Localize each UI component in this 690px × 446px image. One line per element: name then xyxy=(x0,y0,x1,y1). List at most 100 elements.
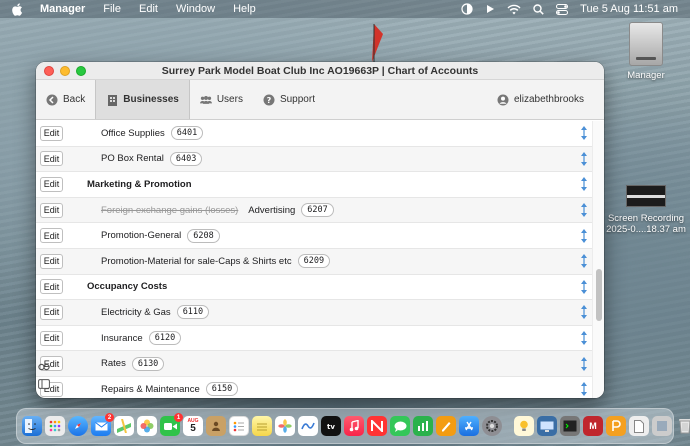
reorder-handle-icon[interactable] xyxy=(577,174,591,194)
account-code: 6110 xyxy=(176,305,210,320)
messages-icon[interactable] xyxy=(390,416,410,436)
contacts-icon[interactable] xyxy=(206,416,226,436)
account-row: Edit Electricity & Gas 6110 xyxy=(36,300,592,326)
user-account-button[interactable]: elizabethbrooks xyxy=(487,80,604,119)
help-icon: ? xyxy=(263,94,275,106)
edit-button[interactable]: Edit xyxy=(40,304,63,320)
mail-icon[interactable]: 2 xyxy=(91,413,114,436)
account-code: 6130 xyxy=(131,356,165,371)
reorder-handle-icon[interactable] xyxy=(577,226,591,246)
desktop-drive-icon[interactable]: Manager xyxy=(620,22,672,81)
edit-button[interactable]: Edit xyxy=(40,253,63,269)
svg-text:?: ? xyxy=(267,96,272,105)
menu-help[interactable]: Help xyxy=(233,3,256,15)
window-titlebar[interactable]: Surrey Park Model Boat Club Inc AO19663P… xyxy=(36,62,604,80)
system-settings-icon[interactable] xyxy=(482,416,502,436)
wifi-icon[interactable] xyxy=(507,4,521,15)
photos-icon[interactable] xyxy=(275,416,295,436)
account-code: 6208 xyxy=(187,228,220,243)
safari-icon[interactable] xyxy=(68,416,88,436)
pages-icon[interactable] xyxy=(436,416,456,436)
facetime-icon[interactable]: 1 xyxy=(160,413,183,436)
manager-app-icon[interactable]: M xyxy=(583,416,603,436)
reorder-handle-icon[interactable] xyxy=(577,149,591,169)
reorder-handle-icon[interactable] xyxy=(577,379,591,398)
edit-button[interactable]: Edit xyxy=(40,176,63,192)
terminal-icon[interactable] xyxy=(560,416,580,436)
edit-button[interactable]: Edit xyxy=(40,202,63,218)
menu-window[interactable]: Window xyxy=(176,3,215,15)
app-icon-orange[interactable] xyxy=(606,416,626,436)
menu-edit[interactable]: Edit xyxy=(139,3,158,15)
numbers-icon[interactable] xyxy=(413,416,433,436)
desktop-screen-recording-file[interactable]: Screen Recording 2025-0....18.37 am xyxy=(604,185,688,235)
window-toolbar: Back Businesses Users ? Support elizabet… xyxy=(36,80,604,120)
window-title: Surrey Park Model Boat Club Inc AO19663P… xyxy=(161,64,479,77)
edit-button[interactable]: Edit xyxy=(40,279,63,295)
back-button[interactable]: Back xyxy=(36,80,95,119)
back-label: Back xyxy=(63,94,86,105)
account-code: 6120 xyxy=(148,331,182,346)
reorder-handle-icon[interactable] xyxy=(577,354,591,374)
scrollbar-thumb[interactable] xyxy=(596,269,602,321)
photos-app-icon[interactable] xyxy=(137,416,157,436)
chart-of-accounts-window: Surrey Park Model Boat Club Inc AO19663P… xyxy=(36,62,604,398)
account-row: Edit Office Supplies 6401 xyxy=(36,121,592,147)
apple-menu-icon[interactable] xyxy=(12,2,26,16)
reminders-icon[interactable] xyxy=(229,416,249,436)
apple-tv-icon[interactable]: tv xyxy=(321,416,341,436)
reorder-handle-icon[interactable] xyxy=(577,123,591,143)
account-code: 6403 xyxy=(169,151,203,166)
account-code: 6401 xyxy=(170,126,204,141)
screen-sharing-icon[interactable] xyxy=(537,416,557,436)
link-icon[interactable] xyxy=(38,362,52,375)
trash-icon[interactable] xyxy=(675,416,690,436)
menu-file[interactable]: File xyxy=(103,3,121,15)
freeform-icon[interactable] xyxy=(298,416,318,436)
news-icon[interactable] xyxy=(367,416,387,436)
launchpad-icon[interactable] xyxy=(45,416,65,436)
businesses-tab[interactable]: Businesses xyxy=(95,80,190,119)
tips-icon[interactable] xyxy=(514,416,534,436)
calendar-icon[interactable]: AUG 5 xyxy=(183,416,203,436)
support-tab[interactable]: ? Support xyxy=(253,80,325,119)
app-store-icon[interactable] xyxy=(459,416,479,436)
account-row: Edit PO Box Rental 6403 xyxy=(36,146,592,173)
edit-button[interactable]: Edit xyxy=(40,125,63,141)
music-icon[interactable] xyxy=(344,416,364,436)
menubar-clock[interactable]: Tue 5 Aug 11:51 am xyxy=(580,3,678,15)
account-row: Edit Rates 6130 xyxy=(36,351,592,377)
list-scrollbar[interactable] xyxy=(592,121,604,398)
document-icon[interactable] xyxy=(629,416,649,436)
finder-icon[interactable] xyxy=(22,416,42,436)
control-center-icon[interactable] xyxy=(556,3,569,15)
reorder-handle-icon[interactable] xyxy=(577,328,591,348)
menu-app-name[interactable]: Manager xyxy=(40,3,85,15)
mail-badge: 2 xyxy=(105,413,114,422)
username-label: elizabethbrooks xyxy=(513,94,584,105)
desktop-drive-label: Manager xyxy=(627,70,665,81)
account-code: 6207 xyxy=(301,203,334,218)
account-row: Edit Promotion-General 6208 xyxy=(36,223,592,249)
play-icon[interactable] xyxy=(485,4,495,14)
user-avatar-icon xyxy=(497,94,509,106)
notes-icon[interactable] xyxy=(252,416,272,436)
edit-button[interactable]: Edit xyxy=(40,151,63,167)
close-window-button[interactable] xyxy=(44,65,54,76)
floating-tool-icons xyxy=(38,362,52,390)
edit-button[interactable]: Edit xyxy=(40,330,63,346)
search-icon[interactable] xyxy=(533,3,544,15)
account-name: Promotion-Material for sale-Caps & Shirt… xyxy=(101,255,292,267)
edit-button[interactable]: Edit xyxy=(40,228,63,244)
maximize-window-button[interactable] xyxy=(76,65,86,76)
maps-icon[interactable] xyxy=(114,416,134,436)
reorder-handle-icon[interactable] xyxy=(577,277,591,297)
minimize-window-button[interactable] xyxy=(60,65,70,76)
users-tab[interactable]: Users xyxy=(190,80,253,119)
reorder-handle-icon[interactable] xyxy=(577,200,591,220)
downloads-stack-icon[interactable] xyxy=(652,416,672,436)
reorder-handle-icon[interactable] xyxy=(577,251,591,271)
dark-mode-icon[interactable] xyxy=(461,3,473,15)
sidebar-toggle-icon[interactable] xyxy=(38,379,52,392)
reorder-handle-icon[interactable] xyxy=(577,302,591,322)
